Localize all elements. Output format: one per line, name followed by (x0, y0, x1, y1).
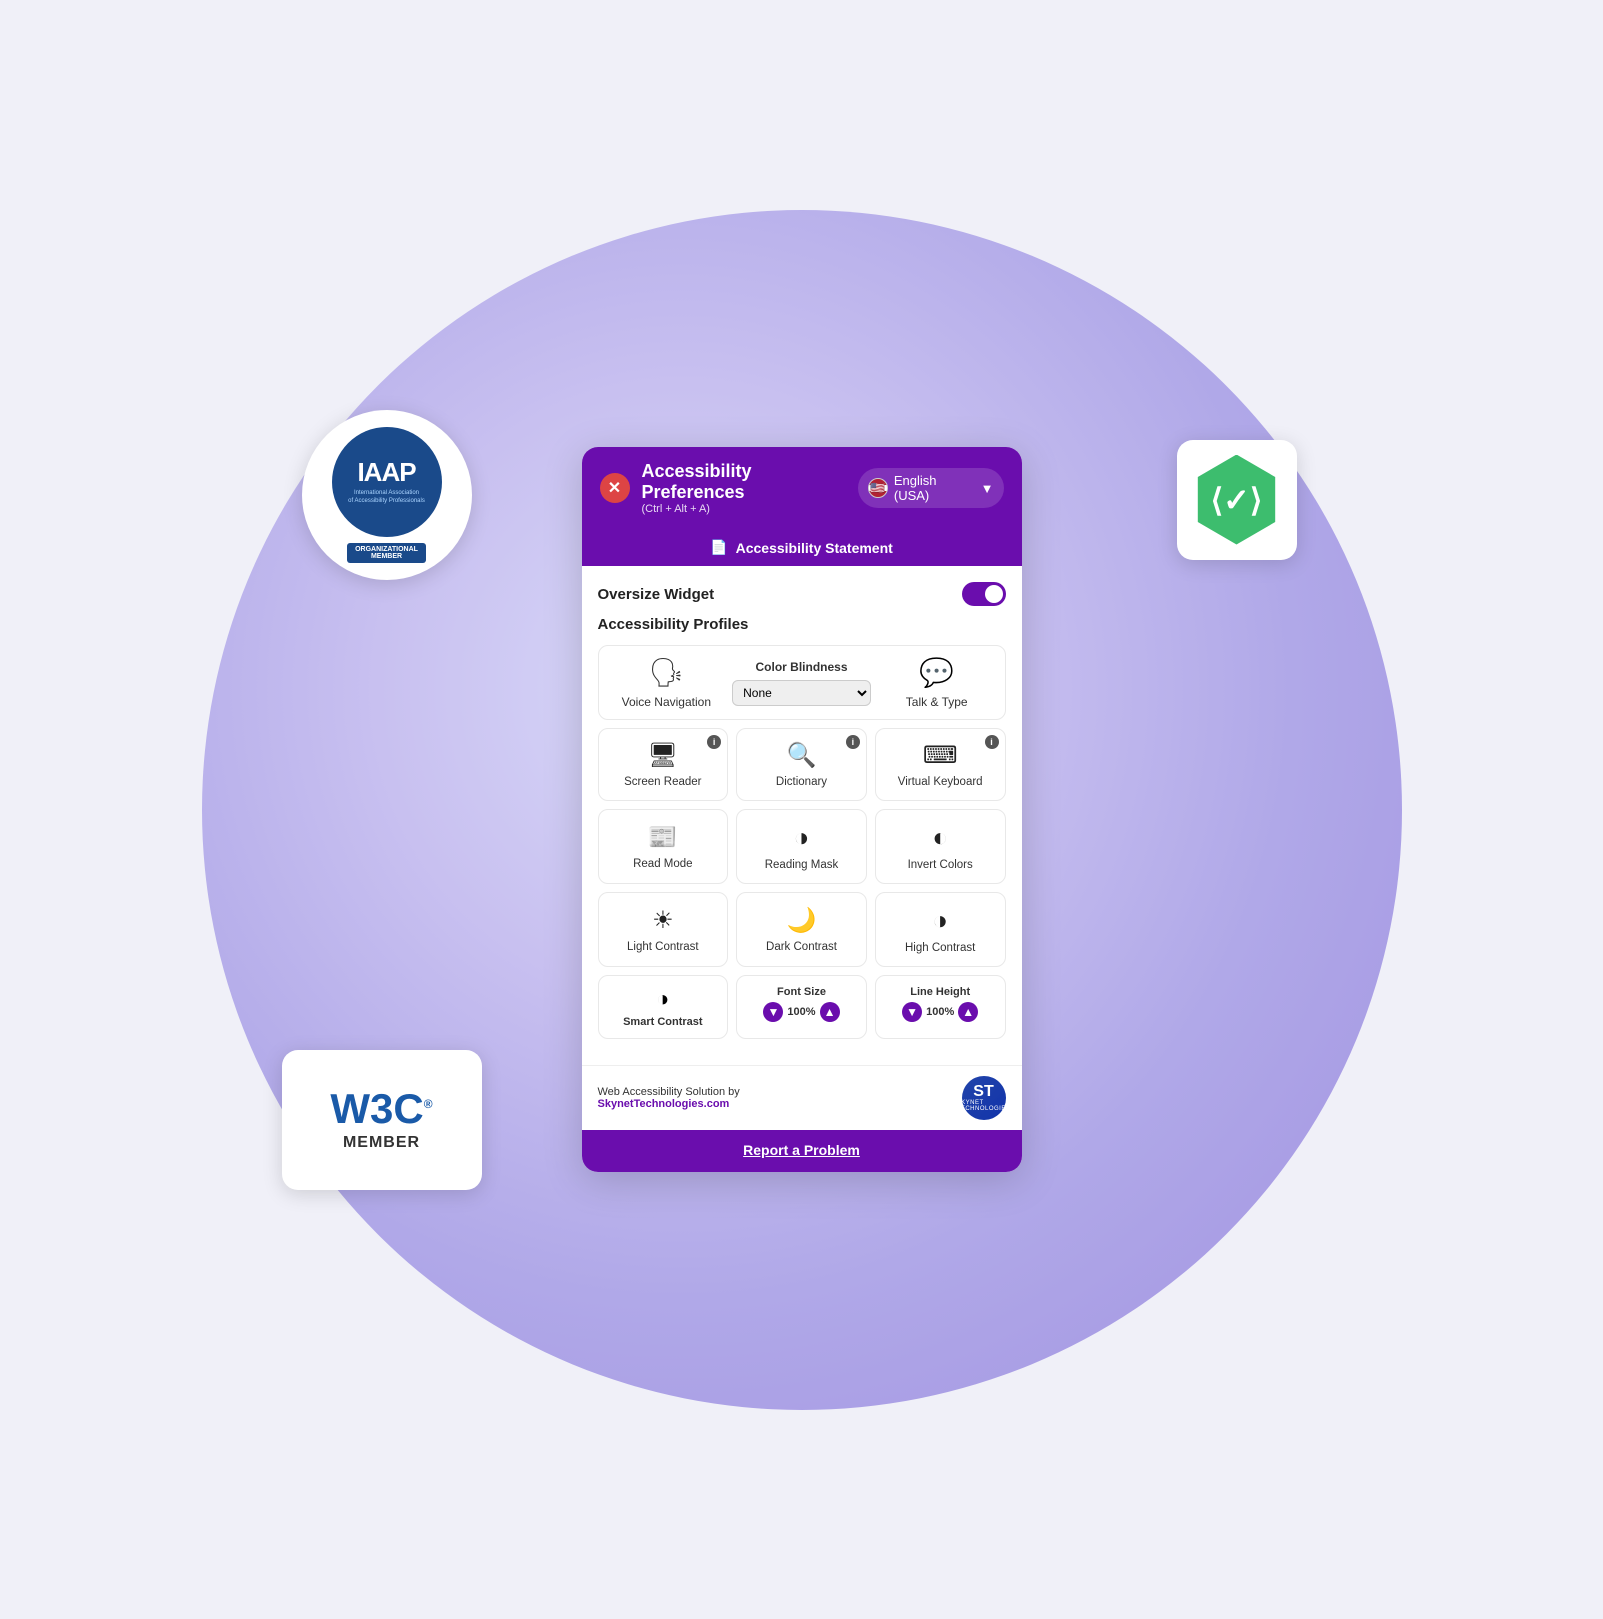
w3c-badge: W3C® MEMBER (282, 1050, 482, 1190)
green-hex-badge: ⟨✓⟩ (1177, 440, 1297, 560)
dictionary-button[interactable]: i 🔍 Dictionary (736, 728, 867, 801)
footer-brand: SkynetTechnologies.com (598, 1098, 740, 1110)
color-blindness-label: Color Blindness (755, 660, 847, 674)
footer-text-block: Web Accessibility Solution by SkynetTech… (598, 1086, 740, 1110)
language-selector[interactable]: 🇺🇸 English (USA) ▼ (858, 468, 1004, 508)
features-grid: i 🖥 Screen Reader i 🔍 Dictionary i ⌨ Vir… (598, 728, 1006, 967)
hex-shape: ⟨✓⟩ (1192, 455, 1282, 545)
statement-label: Accessibility Statement (736, 540, 893, 556)
light-contrast-button[interactable]: ☀ Light Contrast (598, 892, 729, 967)
chevron-down-icon: ▼ (981, 481, 994, 496)
virtual-keyboard-button[interactable]: i ⌨ Virtual Keyboard (875, 728, 1006, 801)
light-contrast-label: Light Contrast (627, 941, 699, 953)
line-height-decrease[interactable]: ▼ (902, 1002, 922, 1022)
bottom-stepper-row: ◑ Smart Contrast Font Size ▼ 100% ▲ Line… (598, 975, 1006, 1039)
st-number: ST (973, 1084, 993, 1100)
iaap-subtitle: International Association of Accessibili… (348, 490, 425, 506)
invert-colors-button[interactable]: ◐ Invert Colors (875, 809, 1006, 884)
flag-icon: 🇺🇸 (868, 478, 888, 498)
light-contrast-icon: ☀ (652, 906, 674, 935)
panel-title-shortcut: (Ctrl + Alt + A) (642, 503, 858, 515)
report-link[interactable]: Report a Problem (743, 1142, 860, 1158)
voice-navigation-icon: 🗣 (649, 656, 685, 689)
panel-header-left: ✕ Accessibility Preferences (Ctrl + Alt … (600, 461, 858, 515)
accessibility-statement-bar[interactable]: 📄 Accessibility Statement (582, 529, 1022, 566)
invert-colors-label: Invert Colors (908, 859, 973, 871)
background-circle: IAAP International Association of Access… (202, 210, 1402, 1410)
font-size-controls: ▼ 100% ▲ (763, 1002, 839, 1022)
virtual-keyboard-info-icon[interactable]: i (985, 735, 999, 749)
profiles-top-row: 🗣 Voice Navigation Color Blindness None … (598, 645, 1006, 720)
st-logo: ST SKYNET TECHNOLOGIES (962, 1076, 1006, 1120)
st-subtitle: SKYNET TECHNOLOGIES (957, 1100, 1011, 1112)
accessibility-profiles-label: Accessibility Profiles (598, 616, 1006, 633)
iaap-org-label: ORGANIZATIONAL MEMBER (347, 543, 426, 563)
smart-contrast-label: Smart Contrast (623, 1016, 702, 1028)
high-contrast-button[interactable]: ◑ High Contrast (875, 892, 1006, 967)
high-contrast-label: High Contrast (905, 942, 975, 954)
voice-navigation-item[interactable]: 🗣 Voice Navigation (609, 656, 725, 709)
screen-reader-info-icon[interactable]: i (707, 735, 721, 749)
panel-body: Oversize Widget Accessibility Profiles 🗣… (582, 566, 1022, 1065)
footer-line1: Web Accessibility Solution by (598, 1086, 740, 1098)
font-size-increase[interactable]: ▲ (820, 1002, 840, 1022)
read-mode-icon: 📰 (648, 823, 678, 852)
virtual-keyboard-label: Virtual Keyboard (898, 776, 983, 788)
dark-contrast-icon: 🌙 (787, 906, 817, 935)
read-mode-label: Read Mode (633, 858, 692, 870)
report-bar[interactable]: Report a Problem (582, 1130, 1022, 1172)
font-size-label: Font Size (777, 986, 826, 998)
smart-contrast-icon: ◑ (656, 986, 669, 1012)
voice-navigation-label: Voice Navigation (622, 695, 711, 709)
close-button[interactable]: ✕ (600, 473, 630, 503)
line-height-controls: ▼ 100% ▲ (902, 1002, 978, 1022)
panel-title: Accessibility Preferences (Ctrl + Alt + … (642, 461, 858, 515)
smart-contrast-card: ◑ Smart Contrast (598, 975, 729, 1039)
color-blindness-select[interactable]: None Protanopia Deuteranopia Tritanopia (732, 680, 871, 706)
line-height-card: Line Height ▼ 100% ▲ (875, 975, 1006, 1039)
hex-letter: ⟨✓⟩ (1211, 481, 1263, 519)
dictionary-info-icon[interactable]: i (846, 735, 860, 749)
read-mode-button[interactable]: 📰 Read Mode (598, 809, 729, 884)
dark-contrast-label: Dark Contrast (766, 941, 837, 953)
iaap-badge: IAAP International Association of Access… (302, 410, 472, 580)
oversize-widget-toggle[interactable] (962, 582, 1006, 606)
screen-reader-label: Screen Reader (624, 776, 701, 788)
screen-reader-icon: 🖥 (648, 741, 678, 770)
w3c-logo: W3C® (330, 1088, 432, 1130)
high-contrast-icon: ◑ (932, 905, 948, 936)
reading-mask-button[interactable]: ◑ Reading Mask (736, 809, 867, 884)
reading-mask-icon: ◑ (794, 822, 810, 853)
font-size-value: 100% (787, 1006, 815, 1018)
talk-type-label: Talk & Type (906, 695, 968, 709)
talk-type-icon: 💬 (919, 656, 954, 689)
line-height-value: 100% (926, 1006, 954, 1018)
line-height-label: Line Height (910, 986, 970, 998)
invert-colors-icon: ◐ (932, 822, 948, 853)
talk-type-item[interactable]: 💬 Talk & Type (879, 656, 995, 709)
screen-reader-button[interactable]: i 🖥 Screen Reader (598, 728, 729, 801)
dark-contrast-button[interactable]: 🌙 Dark Contrast (736, 892, 867, 967)
virtual-keyboard-icon: ⌨ (923, 741, 958, 770)
oversize-widget-row: Oversize Widget (598, 582, 1006, 606)
panel-title-main: Accessibility Preferences (642, 461, 858, 503)
iaap-letters: IAAP (357, 457, 415, 488)
panel-header: ✕ Accessibility Preferences (Ctrl + Alt … (582, 447, 1022, 529)
font-size-decrease[interactable]: ▼ (763, 1002, 783, 1022)
dictionary-icon: 🔍 (787, 741, 817, 770)
oversize-widget-label: Oversize Widget (598, 586, 715, 603)
language-label: English (USA) (894, 473, 975, 503)
font-size-card: Font Size ▼ 100% ▲ (736, 975, 867, 1039)
dictionary-label: Dictionary (776, 776, 827, 788)
panel-footer: Web Accessibility Solution by SkynetTech… (582, 1065, 1022, 1130)
color-blindness-item: Color Blindness None Protanopia Deuteran… (732, 656, 871, 709)
accessibility-widget: ✕ Accessibility Preferences (Ctrl + Alt … (582, 447, 1022, 1172)
reading-mask-label: Reading Mask (765, 859, 839, 871)
line-height-increase[interactable]: ▲ (958, 1002, 978, 1022)
statement-icon: 📄 (710, 539, 727, 556)
w3c-member: MEMBER (343, 1134, 420, 1152)
